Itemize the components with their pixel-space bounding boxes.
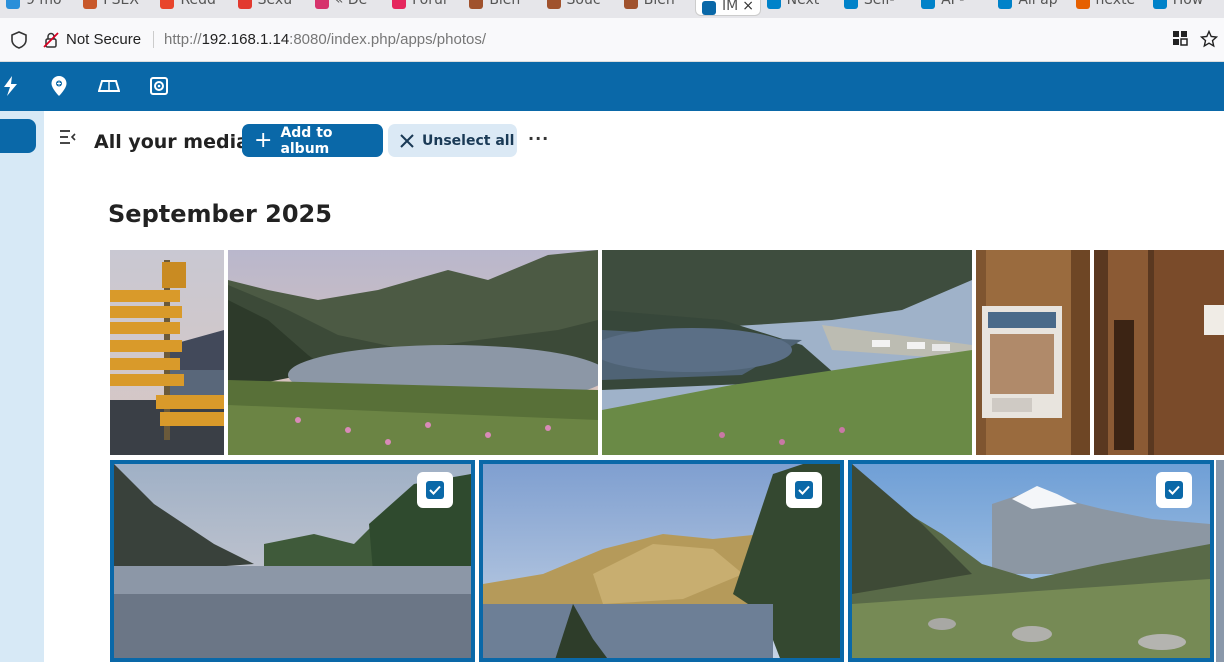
tab-favicon-icon <box>1152 0 1167 9</box>
tab-label: Redd <box>180 0 216 8</box>
menu-collapse-icon <box>60 130 76 144</box>
photo-mont-blanc-valley[interactable] <box>848 460 1214 662</box>
browser-tab[interactable]: Forui <box>386 0 463 10</box>
browser-tab[interactable]: AI - <box>915 0 992 10</box>
tab-favicon-icon <box>392 0 407 9</box>
tab-label: Forui <box>412 0 447 8</box>
insecure-lock-icon <box>43 31 59 48</box>
month-heading: September 2025 <box>108 200 332 228</box>
tab-favicon-icon <box>160 0 175 9</box>
browser-tab[interactable]: Sexu <box>232 0 309 10</box>
app-header <box>0 62 1224 111</box>
add-to-album-label: Add to album <box>280 124 333 157</box>
photo-wood-poster[interactable] <box>976 250 1090 455</box>
add-to-album-button[interactable]: + Add to album <box>242 124 383 157</box>
browser-url-bar: Not Secure http://192.168.1.14:8080/inde… <box>0 18 1224 62</box>
photo-wood-door[interactable] <box>1094 250 1224 455</box>
browser-tab[interactable]: All ap <box>992 0 1069 10</box>
tab-label: Souc <box>566 0 601 8</box>
cospend-icon[interactable] <box>97 78 121 98</box>
security-indicator[interactable]: Not Secure <box>42 31 141 49</box>
photos-toolbar: All your media + Add to album Unselect a… <box>44 111 1224 171</box>
photos-icon[interactable] <box>149 76 169 100</box>
browser-tab[interactable]: « De <box>309 0 386 10</box>
url-prefix: http:// <box>164 31 202 48</box>
close-icon <box>400 133 414 148</box>
browser-tab[interactable]: Redd <box>154 0 231 10</box>
tab-label: IM <box>721 0 739 14</box>
tab-favicon-icon <box>237 0 252 9</box>
bookmark-star-icon[interactable] <box>1200 30 1218 48</box>
browser-tab[interactable]: Bien <box>463 0 540 10</box>
tab-favicon-icon <box>6 0 20 9</box>
photo-lake-road[interactable] <box>602 250 972 455</box>
tab-label: « De <box>334 0 368 8</box>
tab-label: nexte <box>1095 0 1136 8</box>
tab-label: Next <box>786 0 820 8</box>
check-icon <box>426 481 444 499</box>
url-host: 192.168.1.14 <box>201 31 290 48</box>
tab-favicon-icon <box>766 0 781 9</box>
tab-favicon-icon <box>998 0 1013 9</box>
plus-icon: + <box>254 127 273 153</box>
tab-label: AI - <box>941 0 965 8</box>
photo-select-checkbox[interactable] <box>1156 472 1192 508</box>
browser-tab[interactable]: Next <box>761 0 838 10</box>
photo-lake-dusk[interactable] <box>110 460 475 662</box>
browser-tab[interactable]: Bien <box>618 0 695 10</box>
photo-lake-evening[interactable] <box>228 250 598 455</box>
tab-label: All ap <box>1018 0 1058 8</box>
url-field[interactable]: http://192.168.1.14:8080/index.php/apps/… <box>153 31 486 48</box>
tab-favicon-icon <box>83 0 98 9</box>
tab-favicon-icon <box>701 1 716 15</box>
photo-lake-sunlit-hill[interactable] <box>479 460 844 662</box>
security-label: Not Secure <box>66 31 142 48</box>
browser-tab[interactable]: nexte <box>1070 0 1147 10</box>
tab-label: Self- <box>863 0 895 8</box>
page-title: All your media <box>94 131 249 153</box>
tab-favicon-icon <box>843 0 858 9</box>
tab-favicon-icon <box>623 0 638 9</box>
browser-tab[interactable]: Self- <box>838 0 915 10</box>
maps-icon[interactable] <box>50 75 68 101</box>
browser-tab[interactable]: 9 mo <box>0 0 77 10</box>
toggle-navigation-button[interactable] <box>60 129 76 148</box>
photo-select-checkbox[interactable] <box>417 472 453 508</box>
url-path: :8080/index.php/apps/photos/ <box>289 31 486 48</box>
more-actions-button[interactable]: ··· <box>528 129 549 148</box>
tab-label: 9 mo <box>26 0 62 8</box>
shield-icon[interactable] <box>10 30 28 49</box>
photo-partial-edge[interactable] <box>1216 460 1224 662</box>
browser-tab[interactable]: Souc <box>541 0 618 10</box>
tab-favicon-icon <box>1075 0 1090 9</box>
browser-tab[interactable]: IM × <box>694 0 761 16</box>
browser-tab[interactable]: How <box>1147 0 1224 10</box>
navigation-sidebar <box>0 111 44 662</box>
unselect-all-label: Unselect all <box>422 132 515 149</box>
sidebar-item-all-media[interactable] <box>0 119 36 153</box>
close-tab-icon[interactable]: × <box>742 0 754 14</box>
tab-favicon-icon <box>921 0 936 9</box>
tab-label: PSEX <box>103 0 139 8</box>
tab-label: Sexu <box>257 0 293 8</box>
tab-favicon-icon <box>314 0 329 9</box>
tab-label: Bien <box>643 0 675 8</box>
tab-label: Bien <box>489 0 521 8</box>
extensions-grid-icon[interactable] <box>1172 30 1188 46</box>
photo-select-checkbox[interactable] <box>786 472 822 508</box>
check-icon <box>1165 481 1183 499</box>
photo-signpost[interactable] <box>110 250 224 455</box>
activity-icon[interactable] <box>2 76 18 100</box>
check-icon <box>795 481 813 499</box>
unselect-all-button[interactable]: Unselect all <box>388 124 517 157</box>
tab-label: How <box>1172 0 1204 8</box>
tab-favicon-icon <box>546 0 561 9</box>
browser-tab-strip: 9 mo PSEX Redd Sexu « De Forui Bien Souc Bien IM ×… <box>0 0 1224 18</box>
browser-tab[interactable]: PSEX <box>77 0 154 10</box>
tab-favicon-icon <box>469 0 484 9</box>
